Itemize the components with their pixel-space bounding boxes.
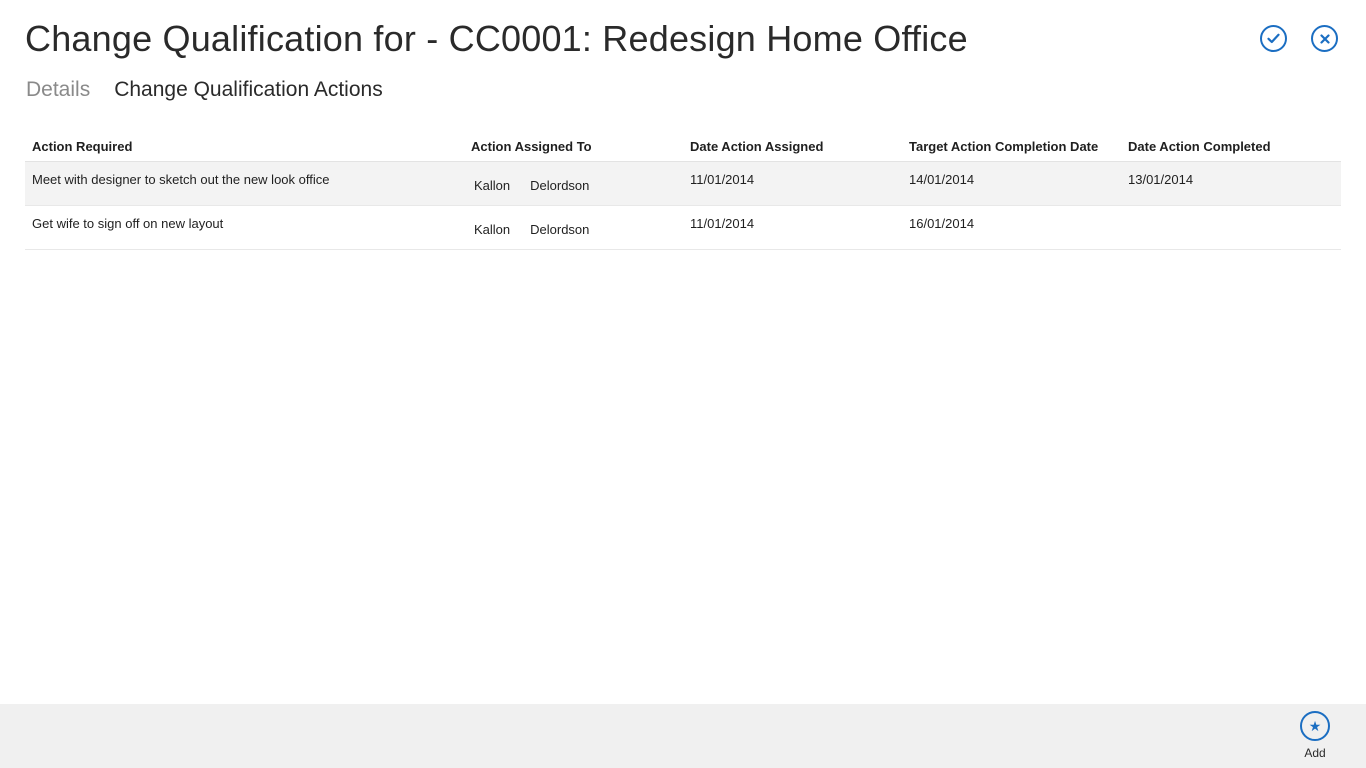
page-title: Change Qualification for - CC0001: Redes… bbox=[25, 18, 968, 59]
table-header-row: Action Required Action Assigned To Date … bbox=[25, 133, 1341, 162]
action-required-cell: Meet with designer to sketch out the new… bbox=[25, 161, 464, 206]
target-date-cell: 14/01/2014 bbox=[902, 161, 1121, 206]
date-completed-cell bbox=[1121, 205, 1341, 250]
assignee-last-name: Delordson bbox=[530, 178, 590, 193]
target-date-cell: 16/01/2014 bbox=[902, 205, 1121, 250]
date-assigned-cell: 11/01/2014 bbox=[683, 205, 902, 250]
assignee: Kallon Delordson bbox=[471, 178, 589, 193]
tab-bar: Details Change Qualification Actions bbox=[26, 78, 383, 102]
check-icon bbox=[1267, 33, 1280, 44]
table-row[interactable]: Meet with designer to sketch out the new… bbox=[25, 161, 1341, 206]
close-icon bbox=[1319, 33, 1330, 44]
assignee: Kallon Delordson bbox=[471, 222, 589, 237]
star-icon: ★ bbox=[1300, 711, 1330, 741]
action-assigned-to-cell: Kallon Delordson bbox=[464, 205, 683, 250]
tab-change-qualification-actions[interactable]: Change Qualification Actions bbox=[114, 78, 383, 102]
assignee-last-name: Delordson bbox=[530, 222, 590, 237]
app-bar: ★ Add bbox=[0, 704, 1366, 768]
add-button[interactable]: ★ Add bbox=[1300, 711, 1330, 760]
confirm-button[interactable] bbox=[1260, 25, 1287, 52]
actions-table: Action Required Action Assigned To Date … bbox=[25, 133, 1341, 250]
column-header-action-required[interactable]: Action Required bbox=[25, 133, 464, 162]
column-header-action-assigned-to[interactable]: Action Assigned To bbox=[464, 133, 683, 162]
column-header-target-completion-date[interactable]: Target Action Completion Date bbox=[902, 133, 1121, 162]
action-required-cell: Get wife to sign off on new layout bbox=[25, 205, 464, 250]
tab-details[interactable]: Details bbox=[26, 78, 90, 102]
date-assigned-cell: 11/01/2014 bbox=[683, 161, 902, 206]
assignee-first-name: Kallon bbox=[474, 178, 511, 193]
close-button[interactable] bbox=[1311, 25, 1338, 52]
assignee-first-name: Kallon bbox=[474, 222, 511, 237]
add-button-label: Add bbox=[1304, 746, 1326, 760]
column-header-date-action-assigned[interactable]: Date Action Assigned bbox=[683, 133, 902, 162]
action-assigned-to-cell: Kallon Delordson bbox=[464, 161, 683, 206]
date-completed-cell: 13/01/2014 bbox=[1121, 161, 1341, 206]
column-header-date-action-completed[interactable]: Date Action Completed bbox=[1121, 133, 1341, 162]
table-row[interactable]: Get wife to sign off on new layout Kallo… bbox=[25, 205, 1341, 250]
